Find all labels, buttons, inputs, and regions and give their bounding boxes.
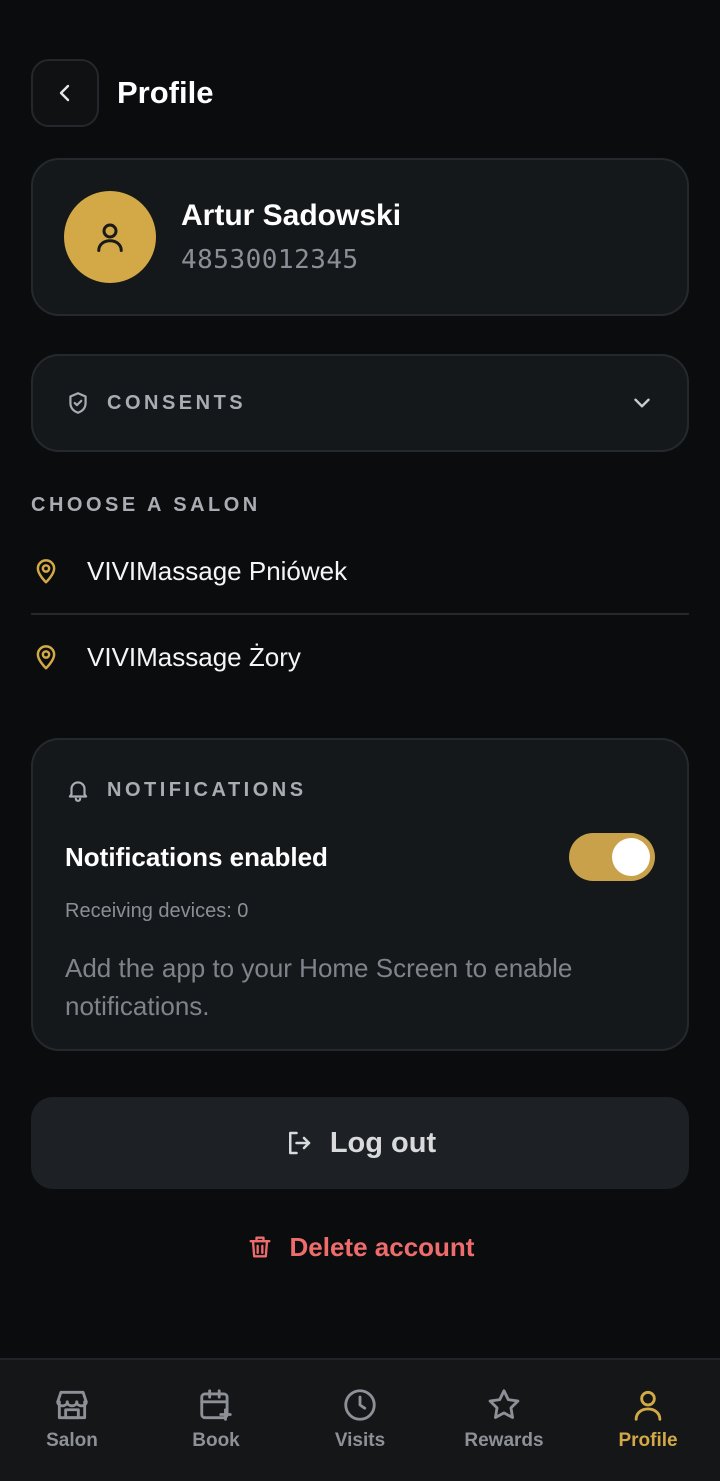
delete-account-button[interactable]: Delete account <box>0 1220 720 1274</box>
map-pin-icon <box>36 559 56 584</box>
star-icon <box>488 1389 520 1419</box>
profile-info: Artur Sadowski 48530012345 <box>181 199 401 275</box>
profile-page: Profile Artur Sadowski 48530012345 CONSE… <box>0 0 720 1481</box>
nav-item-profile[interactable]: Profile <box>576 1360 720 1481</box>
user-icon <box>634 1390 662 1421</box>
delete-account-label: Delete account <box>289 1231 475 1262</box>
notifications-label: NOTIFICATIONS <box>107 778 307 801</box>
logout-button[interactable]: Log out <box>31 1097 689 1189</box>
trash-icon <box>249 1236 271 1258</box>
salon-item-pniowek[interactable]: VIVIMassage Pniówek <box>31 542 689 600</box>
chevron-left-icon <box>59 84 70 102</box>
nav-label: Visits <box>334 1430 386 1451</box>
receiving-devices: Receiving devices: 0 <box>65 900 249 922</box>
nav-label: Book <box>192 1430 240 1451</box>
user-icon <box>97 223 123 252</box>
back-button[interactable] <box>31 59 99 127</box>
logout-label: Log out <box>329 1126 437 1159</box>
nav-label: Salon <box>46 1430 98 1451</box>
salon-name: VIVIMassage Żory <box>87 641 301 672</box>
nav-item-salon[interactable]: Salon <box>0 1360 144 1481</box>
nav-label: Rewards <box>464 1430 544 1451</box>
profile-card: Artur Sadowski 48530012345 <box>31 158 689 316</box>
map-pin-icon <box>36 645 56 670</box>
notifications-card: NOTIFICATIONS Notifications enabled Rece… <box>31 738 689 1051</box>
header: Profile <box>31 59 213 127</box>
salon-name: VIVIMassage Pniówek <box>87 555 348 586</box>
clock-icon <box>344 1389 376 1421</box>
notifications-hint: Add the app to your Home Screen to enabl… <box>65 953 573 1021</box>
profile-phone: 48530012345 <box>181 245 359 275</box>
notifications-row: Notifications enabled <box>65 832 655 882</box>
chevron-down-icon <box>634 398 650 408</box>
avatar <box>64 191 156 283</box>
salon-item-zory[interactable]: VIVIMassage Żory <box>31 628 689 686</box>
consents-label: CONSENTS <box>107 391 247 414</box>
choose-salon-label: CHOOSE A SALON <box>31 494 261 516</box>
nav-label: Profile <box>618 1430 678 1451</box>
notifications-toggle[interactable] <box>569 833 655 881</box>
divider <box>31 613 689 615</box>
profile-name: Artur Sadowski <box>181 199 402 232</box>
nav-item-book[interactable]: Book <box>144 1360 288 1481</box>
nav-item-rewards[interactable]: Rewards <box>432 1360 576 1481</box>
consents-accordion[interactable]: CONSENTS <box>31 354 689 452</box>
bottom-nav: Salon Book Visits Rewards Profile <box>0 1358 720 1481</box>
calendar-plus-icon <box>200 1389 232 1421</box>
nav-item-visits[interactable]: Visits <box>288 1360 432 1481</box>
logout-icon <box>288 1131 311 1155</box>
page-title: Profile <box>117 75 214 110</box>
shield-check-icon <box>69 392 87 414</box>
toggle-knob <box>612 838 650 876</box>
bell-icon <box>68 781 88 802</box>
notifications-title: Notifications enabled <box>65 841 328 872</box>
notifications-header: NOTIFICATIONS <box>65 774 655 806</box>
store-icon <box>56 1390 88 1420</box>
